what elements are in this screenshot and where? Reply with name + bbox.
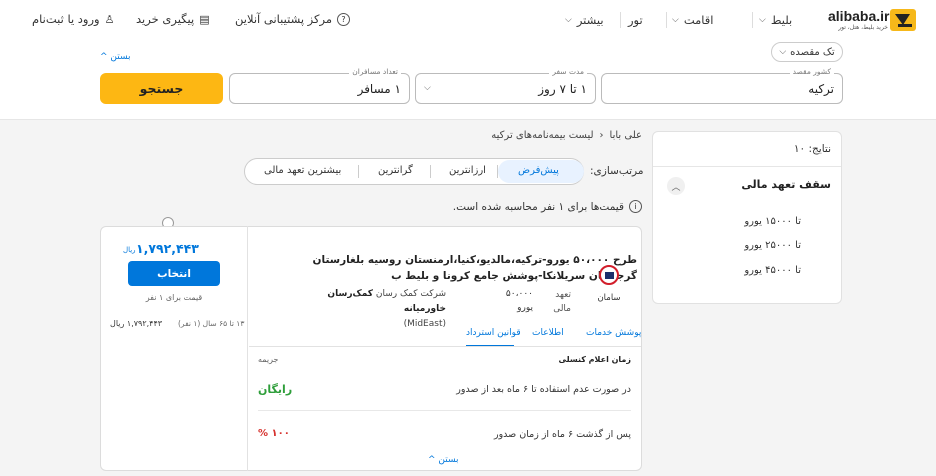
duration-value: ۱ تا ۷ روز [538,82,587,96]
refund-column-time: زمان اعلام کنسلی [558,355,631,364]
breadcrumb: علی بابا ‹ لیست بیمه‌نامه‌های ترکیه [491,130,642,141]
destination-label: کشور مقصد [789,67,834,76]
filter-option-label: تا ۴۵۰۰۰ یورو [744,265,801,276]
sort-option-max-coverage[interactable]: بیشترین تعهد مالی [264,165,341,176]
receipt-icon: ▤ [199,12,210,26]
sort-option-most-expensive[interactable]: گرانترین [378,165,413,176]
refund-row-condition: در صورت عدم استفاده تا ۶ ماه بعد از صدور [456,384,631,395]
price-info-text: قیمت‌ها برای ۱ نفر محاسبه شده است. [452,200,624,213]
tabs-divider [249,346,641,347]
nav-ticket-label: بلیط [770,13,793,27]
card-price: ۱,۷۹۲,۴۴۳ [136,241,199,256]
nav-divider [752,12,753,28]
chevron-down-icon: ⌵ [779,47,787,57]
nav-more-label: بیشتر [576,13,604,27]
provider-suffix: (MidEast) [403,319,446,329]
tab-refund[interactable]: قوانین استرداد [466,328,521,338]
chevron-down-icon: ⌵ [672,15,679,25]
tab-info[interactable]: اطلاعات [532,328,564,338]
sort-option-cheapest[interactable]: ارزانترین [449,165,486,176]
chevron-down-icon: ⌵ [424,83,431,93]
company-name: سامان [597,293,621,303]
price-info: i قیمت‌ها برای ۱ نفر محاسبه شده است. [453,200,642,213]
brand-name[interactable]: alibaba.ir [828,8,890,24]
refund-row-condition: پس از گذشت ۶ ماه از زمان صدور [494,429,631,440]
card-currency: ریال [123,246,136,254]
travelers-label: تعداد مسافران [349,67,401,76]
nav-tour[interactable]: تور [628,12,643,28]
filter-option-15000[interactable]: تا ۱۵۰۰۰ یورو [744,216,801,227]
breadcrumb-current: لیست بیمه‌نامه‌های ترکیه [491,130,594,141]
refund-row-penalty: رایگان [258,383,293,396]
plan-title: طرح ۵۰،۰۰۰ یورو-ترکیه،مالدیو،کنیا،ارمنست… [312,254,637,282]
price-note: قیمت برای ۱ نفر [145,293,203,302]
nav-stay[interactable]: اقامت ⌵ [672,12,713,28]
info-icon: i [629,200,642,213]
refund-column-penalty: جریمه [258,355,279,364]
refund-divider [258,410,631,411]
provider-info: شرکت کمک رسان کمک‌رسان خاورمیانه (MidEas… [296,287,446,332]
destination-field[interactable]: کشور مقصد ترکیه [601,67,843,104]
support-label: مرکز پشتیبانی آنلاین [235,12,333,26]
nav-ticket[interactable]: بلیط ⌵ [759,12,792,28]
chevron-up-icon[interactable]: ︿ [667,177,685,195]
trip-type-select[interactable]: تک مقصده ⌵ [771,42,843,62]
filter-option-label: تا ۲۵۰۰۰ یورو [744,240,801,251]
travelers-field[interactable]: تعداد مسافران ۱ مسافر [229,67,410,104]
sort-divider [430,165,431,178]
collapse-search-label: بستن [110,52,131,62]
refund-row-penalty: ۱۰۰ % [258,428,290,439]
saman-logo-icon [599,265,619,285]
login-link[interactable]: ♙ ورود یا ثبت‌نام [32,12,114,26]
login-label: ورود یا ثبت‌نام [32,12,100,26]
coverage-value: ۵۰،۰۰۰ یورو [505,289,533,313]
collapse-card-link[interactable]: بستن ^ [428,455,459,465]
sort-option-default[interactable]: پیش‌فرض [518,165,559,176]
filter-option-45000[interactable]: تا ۴۵۰۰۰ یورو [744,265,801,276]
trip-type-label: تک مقصده [790,46,835,58]
filter-option-label: تا ۱۵۰۰۰ یورو [744,216,801,227]
nav-stay-label: اقامت [683,13,714,27]
age-group-label: ۱۳ تا ۶۵ سال (۱ نفر) [178,319,245,328]
saman-logo-mark [604,271,614,279]
coverage-label: تعهد مالی [553,290,571,314]
search-button[interactable]: جستجو [100,73,223,104]
chevron-up-icon: ^ [100,52,108,62]
sidebar-divider [653,166,841,167]
brand-tagline: خرید بلیط، هتل، تور [838,24,888,31]
nav-tour-label: تور [628,13,643,27]
tab-coverage[interactable]: پوشش خدمات [586,328,641,338]
age-group-price: ۱,۷۹۲,۴۴۳ ریال [110,319,163,328]
chevron-up-icon: ^ [428,455,436,465]
select-button[interactable]: انتخاب [128,261,220,286]
duration-label: مدت سفر [549,67,587,76]
nav-more[interactable]: بیشتر ⌵ [565,12,604,28]
breadcrumb-home[interactable]: علی بابا [610,130,642,141]
track-purchase-link[interactable]: ▤ پیگیری خرید [136,12,210,26]
sort-divider [497,165,498,178]
results-count: نتایج: ۱۰ [793,143,831,155]
duration-field[interactable]: مدت سفر ۱ تا ۷ روز ⌵ [415,67,596,104]
collapse-card-label: بستن [438,455,459,465]
question-icon: ? [337,12,351,26]
sort-divider [358,165,359,178]
destination-value: ترکیه [808,82,834,96]
travelers-value: ۱ مسافر [357,82,401,96]
collapse-search-link[interactable]: بستن ^ [100,52,131,62]
track-purchase-label: پیگیری خرید [136,12,195,26]
filter-title: سقف تعهد مالی [741,178,831,191]
sort-label: مرتب‌سازی: [590,165,644,177]
chevron-down-icon: ⌵ [759,15,766,25]
support-link[interactable]: ? مرکز پشتیبانی آنلاین [235,12,351,26]
provider-prefix: شرکت کمک رسان [375,289,446,299]
chevron-left-icon: ‹ [599,130,604,141]
alibaba-logo-icon[interactable] [890,9,916,31]
filter-option-25000[interactable]: تا ۲۵۰۰۰ یورو [744,240,801,251]
nav-divider [666,12,667,28]
chevron-down-icon: ⌵ [565,15,572,25]
nav-divider [620,12,621,28]
user-icon: ♙ [104,12,115,26]
